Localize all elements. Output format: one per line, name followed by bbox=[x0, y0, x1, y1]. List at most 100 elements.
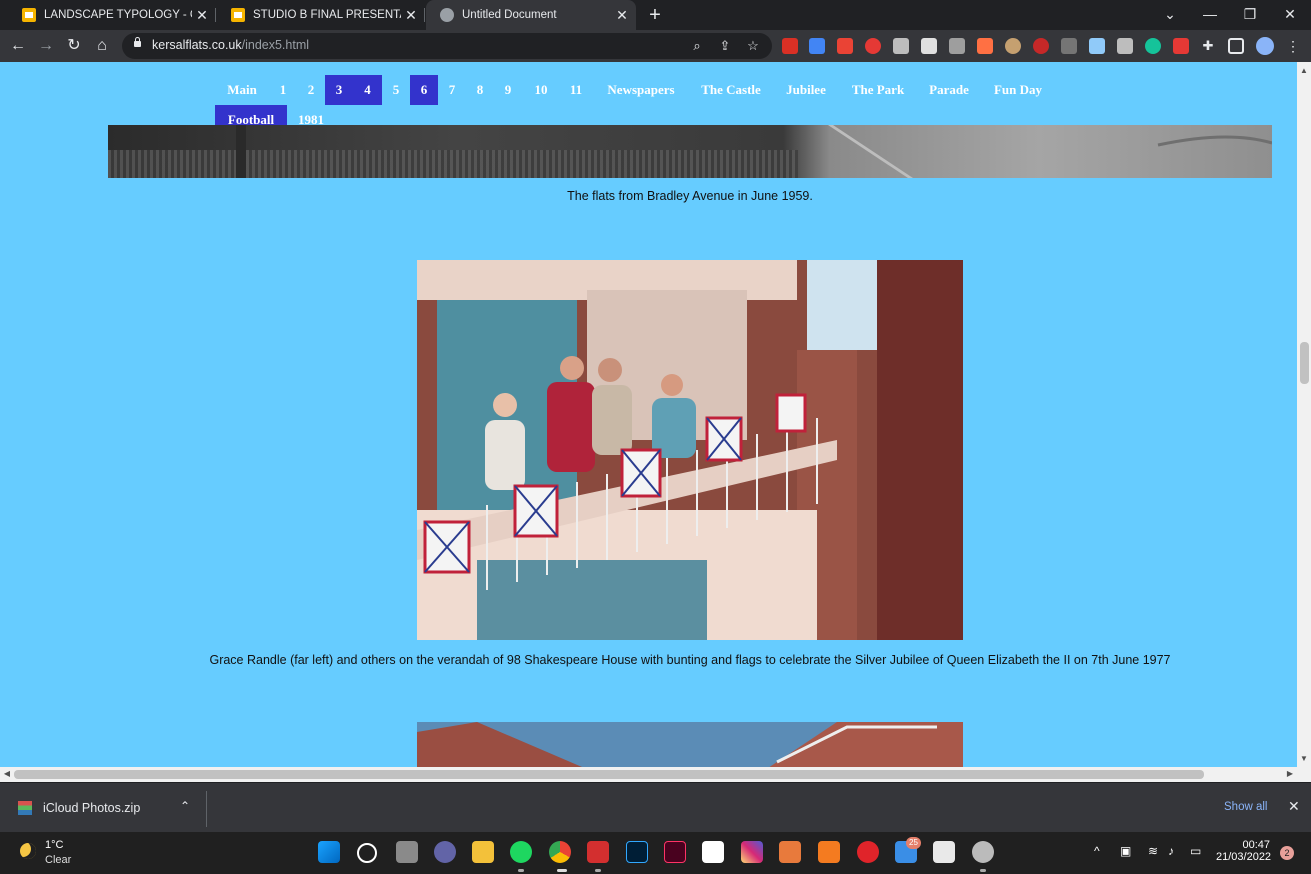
task-view-icon[interactable] bbox=[396, 841, 418, 863]
nav-link-jubilee[interactable]: Jubilee bbox=[779, 75, 833, 105]
mail-unread-badge: 25 bbox=[906, 837, 921, 849]
close-tab-icon[interactable]: ✕ bbox=[401, 7, 421, 24]
scroll-up-arrow-icon[interactable]: ▲ bbox=[1297, 66, 1311, 75]
side-panel-icon[interactable] bbox=[1228, 38, 1244, 54]
tab-search-chevron-icon[interactable]: ⌄ bbox=[1150, 0, 1190, 30]
extension-icon[interactable] bbox=[1173, 38, 1189, 54]
acrobat-icon[interactable] bbox=[587, 841, 609, 863]
extension-icon[interactable] bbox=[1117, 38, 1133, 54]
search-icon[interactable] bbox=[357, 843, 377, 863]
browser-tab-studio-b[interactable]: STUDIO B FINAL PRESENTATION ✕ bbox=[217, 0, 425, 30]
volume-icon[interactable]: ♪ bbox=[1168, 844, 1174, 858]
chevron-up-icon[interactable]: ⌃ bbox=[180, 799, 190, 813]
share-icon[interactable]: ⇪ bbox=[716, 37, 734, 55]
nav-link-8[interactable]: 8 bbox=[470, 75, 490, 105]
forward-arrow-icon[interactable]: → bbox=[34, 34, 58, 58]
instagram-icon[interactable] bbox=[741, 841, 763, 863]
restore-window-button[interactable]: ❐ bbox=[1230, 0, 1270, 30]
extension-icon[interactable] bbox=[809, 38, 825, 54]
nav-link-3[interactable]: 3 bbox=[325, 75, 353, 105]
nav-link-9[interactable]: 9 bbox=[498, 75, 518, 105]
show-all-downloads-link[interactable]: Show all bbox=[1224, 801, 1267, 813]
nav-link-2[interactable]: 2 bbox=[301, 75, 321, 105]
indesign-icon[interactable] bbox=[664, 841, 686, 863]
photo-caption: The flats from Bradley Avenue in June 19… bbox=[567, 189, 813, 203]
vertical-scroll-thumb[interactable] bbox=[1300, 342, 1309, 384]
close-download-bar-icon[interactable]: ✕ bbox=[1288, 798, 1300, 815]
nav-link-newspapers[interactable]: Newspapers bbox=[598, 75, 684, 105]
menu-kebab-icon[interactable]: ⋮ bbox=[1285, 38, 1301, 54]
nav-link-5[interactable]: 5 bbox=[386, 75, 406, 105]
browser-tab-untitled-document[interactable]: Untitled Document ✕ bbox=[426, 0, 636, 30]
page-viewport: Main 1 2 3 4 5 6 7 8 9 10 11 Newspapers … bbox=[0, 62, 1311, 767]
profile-avatar-icon[interactable] bbox=[1256, 37, 1274, 55]
nav-link-parade[interactable]: Parade bbox=[922, 75, 976, 105]
grammarly-icon[interactable] bbox=[1145, 38, 1161, 54]
horizontal-scroll-thumb[interactable] bbox=[14, 770, 1204, 779]
nav-link-fun-day[interactable]: Fun Day bbox=[987, 75, 1049, 105]
extension-icon[interactable] bbox=[977, 38, 993, 54]
extensions-puzzle-icon[interactable]: ✚ bbox=[1200, 38, 1216, 54]
close-tab-icon[interactable]: ✕ bbox=[612, 7, 632, 24]
scroll-right-arrow-icon[interactable]: ▶ bbox=[1283, 769, 1297, 778]
browser-tab-landscape-typology[interactable]: LANDSCAPE TYPOLOGY - Google ✕ bbox=[8, 0, 216, 30]
extension-icon[interactable] bbox=[949, 38, 965, 54]
app-icon[interactable] bbox=[779, 841, 801, 863]
ublock-icon[interactable] bbox=[1033, 38, 1049, 54]
microsoft-store-icon[interactable] bbox=[933, 841, 955, 863]
scroll-down-arrow-icon[interactable]: ▼ bbox=[1297, 754, 1311, 763]
battery-icon[interactable]: ▭ bbox=[1190, 844, 1201, 858]
download-filename[interactable]: iCloud Photos.zip bbox=[43, 801, 140, 815]
extension-icon[interactable] bbox=[921, 38, 937, 54]
spotify-icon[interactable] bbox=[510, 841, 532, 863]
close-tab-icon[interactable]: ✕ bbox=[192, 7, 212, 24]
bookmark-star-icon[interactable]: ☆ bbox=[744, 37, 762, 55]
nav-link-main[interactable]: Main bbox=[218, 75, 266, 105]
nav-link-11[interactable]: 11 bbox=[563, 75, 589, 105]
extension-icon[interactable] bbox=[1005, 38, 1021, 54]
weather-condition[interactable]: Clear bbox=[45, 854, 71, 866]
nav-link-7[interactable]: 7 bbox=[442, 75, 462, 105]
extension-icon[interactable] bbox=[1089, 38, 1105, 54]
file-explorer-icon[interactable] bbox=[472, 841, 494, 863]
extension-icon[interactable] bbox=[1061, 38, 1077, 54]
home-icon[interactable]: ⌂ bbox=[90, 34, 114, 58]
moon-weather-icon[interactable] bbox=[20, 843, 36, 859]
app-icon[interactable] bbox=[972, 841, 994, 863]
sketchup-icon[interactable] bbox=[702, 841, 724, 863]
zoom-icon[interactable]: ⌕ bbox=[688, 37, 706, 55]
display-icon[interactable]: ▣ bbox=[1120, 844, 1131, 858]
adblock-icon[interactable] bbox=[865, 38, 881, 54]
reload-icon[interactable]: ↻ bbox=[62, 34, 86, 58]
nav-link-10[interactable]: 10 bbox=[527, 75, 555, 105]
notification-badge[interactable]: 2 bbox=[1280, 846, 1294, 860]
teams-chat-icon[interactable] bbox=[434, 841, 456, 863]
close-window-button[interactable]: ✕ bbox=[1270, 0, 1310, 30]
back-arrow-icon[interactable]: ← bbox=[6, 34, 30, 58]
photoshop-icon[interactable] bbox=[626, 841, 648, 863]
windows-start-icon[interactable] bbox=[318, 841, 340, 863]
weather-temperature[interactable]: 1°C bbox=[45, 839, 63, 851]
tab-strip: LANDSCAPE TYPOLOGY - Google ✕ STUDIO B F… bbox=[0, 0, 1311, 30]
nav-link-4[interactable]: 4 bbox=[353, 75, 382, 105]
minimize-window-button[interactable]: — bbox=[1190, 0, 1230, 30]
horizontal-scrollbar[interactable]: ◀ ▶ bbox=[0, 767, 1311, 782]
chevron-up-icon[interactable]: ^ bbox=[1094, 844, 1100, 858]
app-icon[interactable] bbox=[857, 841, 879, 863]
wifi-icon[interactable]: ≋ bbox=[1148, 844, 1158, 858]
address-bar[interactable]: kersalflats.co.uk/index5.html ⌕ ⇪ ☆ bbox=[122, 33, 772, 59]
vertical-scrollbar[interactable]: ▲ ▼ bbox=[1297, 62, 1311, 767]
extension-icon[interactable] bbox=[893, 38, 909, 54]
new-tab-button[interactable]: + bbox=[644, 4, 666, 26]
chrome-icon[interactable] bbox=[549, 841, 571, 863]
extension-icon[interactable] bbox=[782, 38, 798, 54]
nav-link-the-park[interactable]: The Park bbox=[843, 75, 913, 105]
extension-icon[interactable] bbox=[837, 38, 853, 54]
app-icon[interactable] bbox=[818, 841, 840, 863]
system-clock[interactable]: 00:47 21/03/2022 bbox=[1216, 839, 1271, 863]
nav-link-6[interactable]: 6 bbox=[410, 75, 438, 105]
scroll-left-arrow-icon[interactable]: ◀ bbox=[0, 769, 14, 778]
lock-icon[interactable] bbox=[134, 37, 141, 47]
nav-link-the-castle[interactable]: The Castle bbox=[693, 75, 769, 105]
nav-link-1[interactable]: 1 bbox=[273, 75, 293, 105]
